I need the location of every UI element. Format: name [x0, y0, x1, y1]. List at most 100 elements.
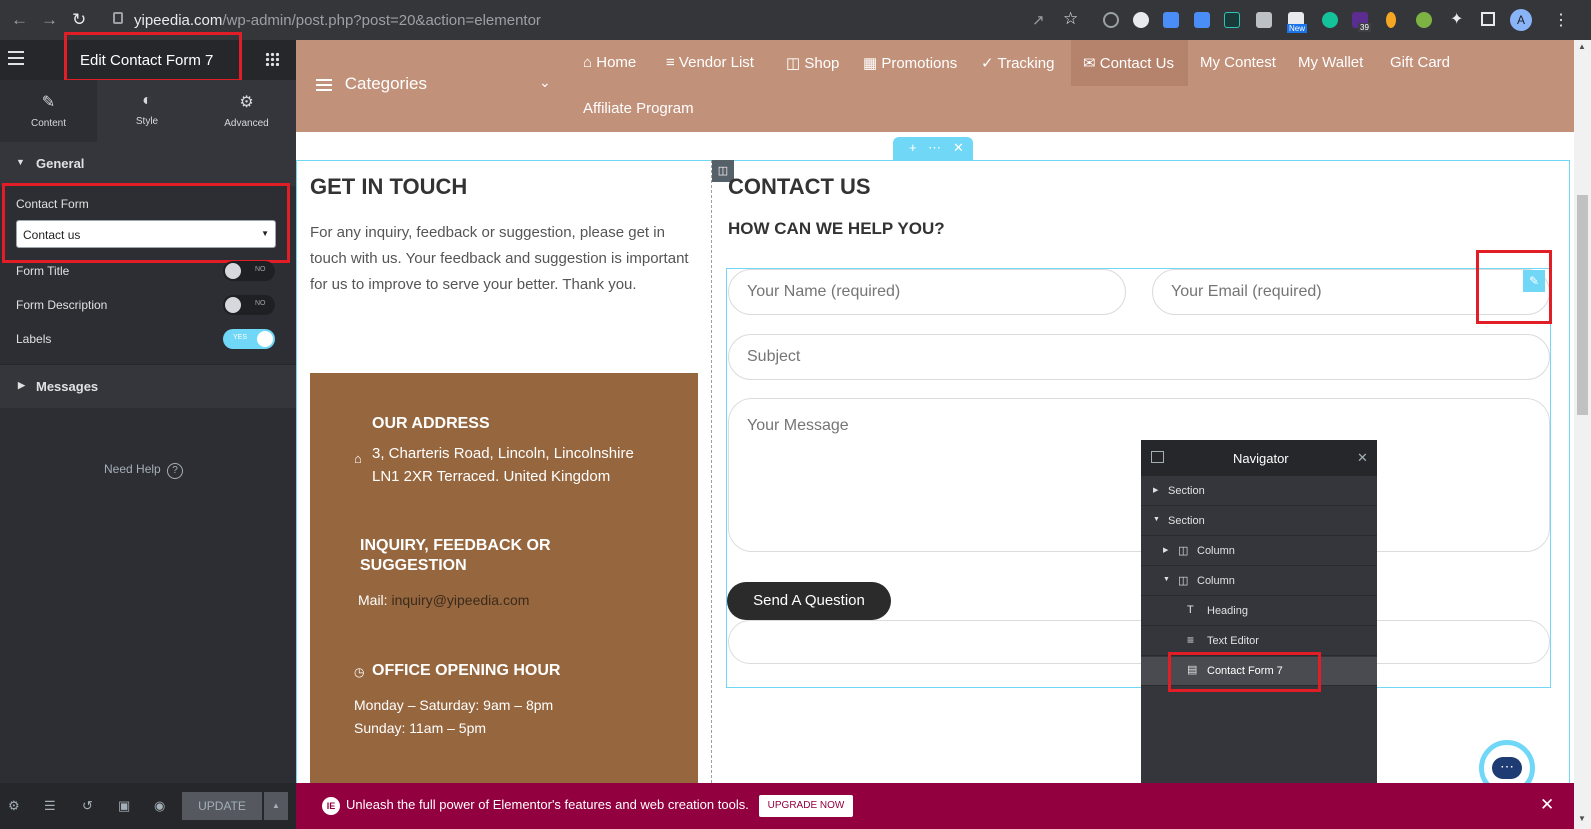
hamburger-icon[interactable] [8, 51, 24, 53]
sidebar-icon[interactable] [1481, 12, 1495, 26]
puzzle-icon[interactable]: ✦ [1450, 9, 1463, 29]
menu-item-my-wallet[interactable]: My Wallet [1298, 54, 1363, 71]
check-circle-icon: ✓ [981, 55, 998, 72]
docs-icon[interactable] [1163, 12, 1179, 28]
history-icon[interactable]: ↺ [82, 798, 93, 814]
translate-icon[interactable] [1194, 12, 1210, 28]
arrow-right-icon[interactable]: → [41, 10, 58, 30]
promo-bar: IE Unleash the full power of Elementor's… [296, 783, 1574, 829]
n-extension-icon[interactable] [1224, 12, 1240, 28]
collapse-all-icon[interactable] [1151, 451, 1164, 463]
navigator-row-column-2[interactable]: ▼ ◫ Column [1141, 567, 1377, 596]
navigator-row-section-1[interactable]: ▶ Section [1141, 477, 1377, 506]
preview-eye-icon[interactable]: ◉ [154, 798, 165, 814]
navigator-row-label: Section [1168, 515, 1205, 527]
navigator-row-section-2[interactable]: ▼ Section [1141, 507, 1377, 536]
mail-line: Mail: inquiry@yipeedia.com [358, 592, 529, 608]
section-messages[interactable]: ▶ Messages [0, 364, 296, 408]
navigator-row-heading[interactable]: T Heading [1141, 597, 1377, 626]
list-icon: ≡ [666, 54, 679, 71]
kebab-menu-icon[interactable]: ⋮ [1553, 10, 1569, 30]
green-extension-icon[interactable] [1416, 12, 1432, 28]
menu-item-my-contest[interactable]: My Contest [1200, 54, 1276, 71]
get-in-touch-text: For any inquiry, feedback or suggestion,… [310, 224, 689, 293]
navigator-row-column-1[interactable]: ▶ ◫ Column [1141, 537, 1377, 566]
message-textarea[interactable]: Your Message [728, 398, 1550, 552]
response-output [728, 620, 1550, 664]
highlight-panel-title [64, 32, 242, 82]
need-help-link[interactable]: Need Help ? [104, 462, 184, 479]
navigator-row-label: Column [1197, 545, 1235, 557]
name-input[interactable]: Your Name (required) [728, 269, 1126, 315]
form-description-toggle[interactable]: NO [223, 295, 275, 315]
camera-icon[interactable] [1256, 12, 1272, 28]
reload-icon[interactable]: ↻ [72, 10, 86, 30]
menu-item-tracking[interactable]: ✓ Tracking [981, 54, 1054, 72]
settings-icon[interactable]: ⚙ [8, 798, 20, 814]
elementor-panel: Edit Contact Form 7 ✎ Content ◐ Style ⚙ … [0, 32, 296, 829]
menu-item-promotions[interactable]: ▦ Promotions [863, 54, 957, 72]
half-circle-icon: ◐ [142, 92, 152, 109]
arrow-left-icon[interactable]: ← [11, 10, 28, 30]
globe-icon[interactable] [1133, 12, 1149, 28]
envelope-icon: ✉ [1083, 55, 1100, 72]
grammarly-icon[interactable] [1322, 12, 1338, 28]
layers-icon[interactable]: ☰ [44, 798, 56, 814]
address-line-2: LN1 2XR Terraced. United Kingdom [372, 468, 611, 485]
menu-item-contact-us[interactable]: ✉ Contact Us [1071, 40, 1188, 86]
caret-down-icon: ▼ [1153, 516, 1160, 523]
share-icon[interactable]: ↗ [1032, 11, 1045, 29]
close-icon[interactable]: ✕ [953, 140, 964, 156]
menu-item-vendor-list[interactable]: ≡ Vendor List [666, 54, 754, 71]
upgrade-now-button[interactable]: UPGRADE NOW [759, 795, 853, 817]
widgets-grid-icon[interactable] [265, 52, 279, 66]
name-placeholder: Your Name (required) [747, 283, 901, 300]
chevron-down-icon: ⌄ [539, 74, 551, 90]
form-title-toggle[interactable]: NO [223, 261, 275, 281]
profile-avatar[interactable]: A [1510, 9, 1532, 31]
scroll-up-icon[interactable]: ▲ [1578, 42, 1586, 51]
lock-icon [113, 12, 123, 24]
caret-right-icon: ▶ [1153, 487, 1159, 494]
categories-label: Categories [344, 74, 427, 93]
scrollbar-thumb[interactable] [1577, 195, 1588, 415]
recycle-icon[interactable] [1103, 12, 1119, 28]
inquiry-heading-line-2: SUGGESTION [360, 557, 467, 574]
add-icon[interactable]: + [909, 140, 917, 155]
categories-dropdown[interactable]: Categories ⌄ [316, 74, 556, 94]
labels-toggle[interactable]: YES [223, 329, 275, 349]
form-title-label: Form Title [16, 264, 70, 278]
page-scrollbar[interactable]: ▲ ▼ [1574, 40, 1591, 829]
text-editor-icon: ≡ [1187, 633, 1195, 647]
close-icon[interactable]: ✕ [1540, 795, 1554, 815]
menu-item-gift-card[interactable]: Gift Card [1390, 54, 1450, 71]
heading-icon: T [1187, 604, 1194, 616]
update-options-button[interactable]: ▲ [264, 792, 288, 820]
orange-extension-icon[interactable] [1386, 12, 1396, 28]
menu-item-affiliate[interactable]: Affiliate Program [583, 100, 694, 117]
close-icon[interactable]: ✕ [1357, 450, 1368, 466]
subject-input[interactable]: Subject [728, 334, 1550, 380]
send-question-button[interactable]: Send A Question [727, 582, 891, 620]
message-placeholder: Your Message [747, 417, 849, 434]
menu-item-home[interactable]: ⌂ Home [583, 54, 636, 71]
menu-item-shop[interactable]: ◫ Shop [786, 54, 839, 72]
menu-item-my-contest-label: My Contest [1200, 54, 1276, 71]
update-button[interactable]: UPDATE [182, 792, 262, 820]
highlight-contact-form [2, 183, 290, 263]
mail-link[interactable]: inquiry@yipeedia.com [391, 592, 529, 608]
responsive-icon[interactable]: ▣ [118, 798, 130, 814]
section-handle[interactable]: + ⋯ ✕ [893, 137, 973, 161]
address-card: OUR ADDRESS ⌂ 3, Charteris Road, Lincoln… [310, 373, 698, 783]
drag-icon[interactable]: ⋯ [928, 140, 941, 156]
star-icon[interactable]: ☆ [1063, 9, 1078, 29]
address-bar[interactable]: yipeedia.com/wp-admin/post.php?post=20&a… [134, 7, 1134, 34]
panel-footer: ⚙ ☰ ↺ ▣ ◉ UPDATE ▲ [0, 783, 296, 829]
promo-text: Unleash the full power of Elementor's fe… [346, 797, 749, 812]
column-icon: ◫ [1178, 545, 1189, 557]
caret-down-icon: ▼ [16, 157, 25, 167]
new-badge: New [1287, 24, 1308, 33]
clock-icon: ◷ [354, 665, 365, 679]
scroll-down-icon[interactable]: ▼ [1578, 814, 1586, 823]
section-general[interactable]: ▼ General [0, 142, 296, 186]
